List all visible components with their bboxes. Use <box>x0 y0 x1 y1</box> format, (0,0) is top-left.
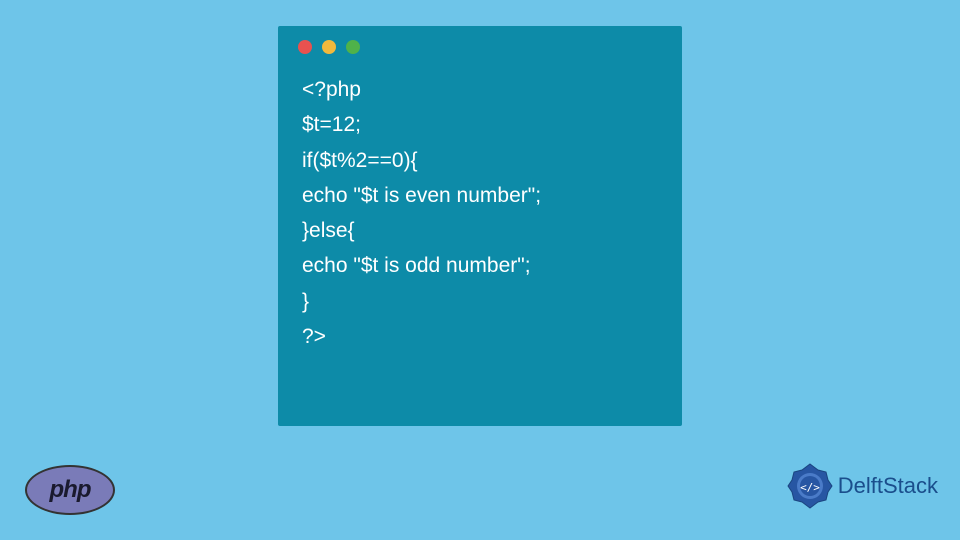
delftstack-text: DelftStack <box>838 473 938 499</box>
code-line: $t=12; <box>302 107 658 142</box>
code-line: echo "$t is odd number"; <box>302 248 658 283</box>
window-close-dot <box>298 40 312 54</box>
code-line: } <box>302 284 658 319</box>
window-minimize-dot <box>322 40 336 54</box>
code-content: <?php $t=12; if($t%2==0){ echo "$t is ev… <box>278 64 682 362</box>
php-logo: php <box>25 465 115 515</box>
svg-text:</>: </> <box>800 481 820 494</box>
window-maximize-dot <box>346 40 360 54</box>
code-line: if($t%2==0){ <box>302 143 658 178</box>
delftstack-logo: </> DelftStack <box>786 462 938 510</box>
code-line: ?> <box>302 319 658 354</box>
code-line: echo "$t is even number"; <box>302 178 658 213</box>
code-line: }else{ <box>302 213 658 248</box>
delftstack-icon: </> <box>786 462 834 510</box>
window-controls <box>278 26 682 64</box>
code-window: <?php $t=12; if($t%2==0){ echo "$t is ev… <box>278 26 682 426</box>
code-line: <?php <box>302 72 658 107</box>
php-logo-text: php <box>50 476 91 504</box>
